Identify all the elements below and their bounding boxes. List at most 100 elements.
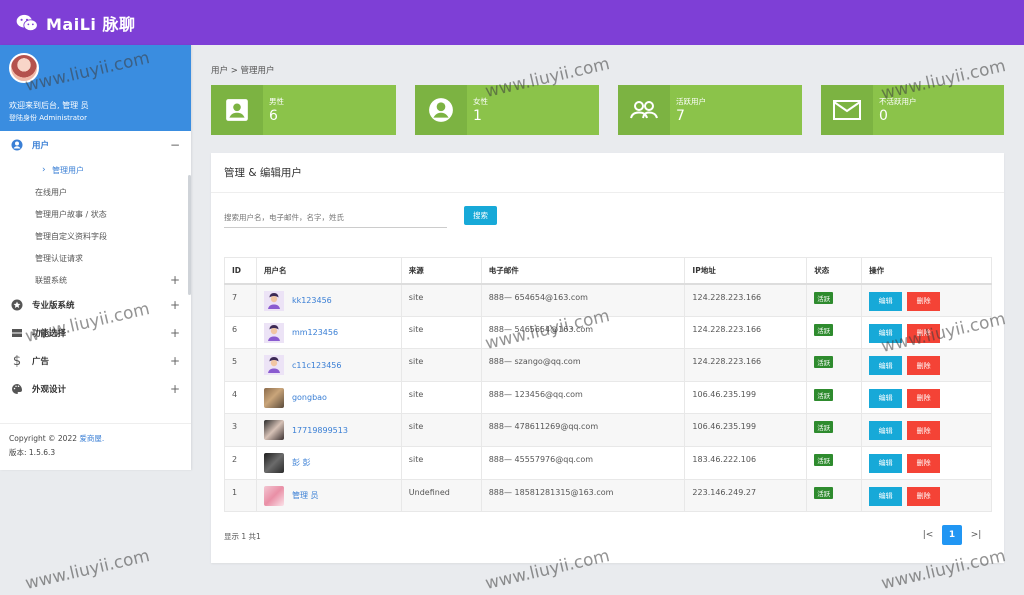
panel-title: 管理 & 编辑用户 <box>211 153 1004 193</box>
user-avatar[interactable] <box>263 355 284 376</box>
user-avatar[interactable] <box>263 290 284 311</box>
avatar[interactable] <box>9 53 39 83</box>
status-badge: 活跃 <box>814 388 834 401</box>
column-header[interactable]: 来源 <box>400 257 482 285</box>
sidebar-item-pro[interactable]: 专业版系统 + <box>0 291 191 319</box>
user-avatar[interactable] <box>263 420 284 441</box>
app-title[interactable]: MaiLi 脉聊 <box>46 11 135 35</box>
sidebar-subitem-online-users[interactable]: 在线用户 <box>0 181 191 203</box>
sidebar-subitem-stories[interactable]: 管理用户故事 / 状态 <box>0 203 191 225</box>
search-button[interactable]: 搜索 <box>464 206 497 225</box>
sidebar-scrollbar[interactable] <box>188 175 191 295</box>
cell-username: 管理 员 <box>255 478 402 513</box>
cell-email: 888— 123456@qq.com <box>480 380 686 415</box>
delete-button[interactable]: 删除 <box>907 356 941 376</box>
sidebar-subitem-verification[interactable]: 管理认证请求 <box>0 247 191 269</box>
delete-button[interactable]: 删除 <box>907 421 941 441</box>
edit-button[interactable]: 编辑 <box>869 486 903 506</box>
delete-button[interactable]: 删除 <box>907 388 941 408</box>
sidebar-item-ads[interactable]: $ 广告 + <box>0 347 191 375</box>
cell-id: 4 <box>224 380 257 415</box>
username-link[interactable]: 17719899513 <box>292 426 348 435</box>
user-avatar[interactable] <box>263 387 284 408</box>
cell-email: 888— szango@qq.com <box>480 348 686 382</box>
username-link[interactable]: kk123456 <box>292 296 332 305</box>
cell-actions: 编辑 删除 <box>861 348 992 382</box>
status-badge: 活跃 <box>814 486 834 499</box>
collapse-icon[interactable]: − <box>170 138 180 152</box>
delete-button[interactable]: 删除 <box>907 291 941 311</box>
cell-ip: 223.146.249.27 <box>684 478 808 513</box>
last-page-button[interactable]: >| <box>966 525 986 545</box>
username-link[interactable]: mm123456 <box>292 328 338 337</box>
first-page-button[interactable]: |< <box>918 525 938 545</box>
welcome-text: 欢迎来到后台, 管理 员 <box>9 101 89 110</box>
edit-button[interactable]: 编辑 <box>869 291 903 311</box>
breadcrumb: 用户 > 管理用户 <box>211 66 275 76</box>
cell-source: site <box>400 283 482 317</box>
search-input[interactable] <box>224 208 447 228</box>
stat-card-inactive: 不活跃用户 0 <box>821 85 1004 135</box>
delete-button[interactable]: 删除 <box>907 323 941 343</box>
sidebar-subitem-affiliates[interactable]: 联盟系统 + <box>0 269 191 291</box>
username-link[interactable]: gongbao <box>292 393 327 402</box>
cell-source: site <box>400 315 482 350</box>
username-link[interactable]: 彭 彭 <box>292 457 311 468</box>
column-header[interactable]: 电子邮件 <box>480 257 686 285</box>
cell-ip: 124.228.223.166 <box>684 315 808 350</box>
delete-button[interactable]: 删除 <box>907 453 941 473</box>
cell-email: 888— 45557976@qq.com <box>480 445 686 480</box>
delete-button[interactable]: 删除 <box>907 486 941 506</box>
expand-icon[interactable]: + <box>170 354 180 368</box>
stat-value: 1 <box>473 108 482 124</box>
cell-actions: 编辑 删除 <box>861 315 992 350</box>
username-link[interactable]: 管理 员 <box>292 490 319 501</box>
sidebar-item-users[interactable]: 用户 − <box>0 131 191 159</box>
top-bar: MaiLi 脉聊 <box>0 0 1024 45</box>
cell-source: site <box>400 413 482 447</box>
page-button[interactable]: 1 <box>942 525 962 545</box>
user-avatar[interactable] <box>263 452 284 473</box>
table-row: 6 mm123456 site 888— 5465654@163.com 124.228… <box>224 315 992 350</box>
portrait-icon <box>211 85 263 135</box>
cell-actions: 编辑 删除 <box>861 413 992 447</box>
cell-email: 888— 654654@163.com <box>480 283 686 317</box>
cell-id: 7 <box>224 283 257 317</box>
expand-icon[interactable]: + <box>170 273 180 287</box>
cell-email: 888— 5465654@163.com <box>480 315 686 350</box>
edit-button[interactable]: 编辑 <box>869 421 903 441</box>
company-link[interactable]: 爱商屋. <box>79 434 104 443</box>
cell-actions: 编辑 删除 <box>861 283 992 317</box>
table-row: 1 管理 员 Undefined 888— 18581281315@163.com 22… <box>224 478 992 513</box>
column-header: 操作 <box>861 257 992 285</box>
edit-button[interactable]: 编辑 <box>869 388 903 408</box>
sidebar-item-features[interactable]: 功能选择 + <box>0 319 191 347</box>
table-row: 5 c11c123456 site 888— szango@qq.com 124.228… <box>224 348 992 382</box>
copyright-text: Copyright © 2022 <box>9 434 78 443</box>
expand-icon[interactable]: + <box>170 326 180 340</box>
star-icon <box>10 298 24 312</box>
edit-button[interactable]: 编辑 <box>869 356 903 376</box>
sidebar-footer: Copyright © 2022 爱商屋. 版本: 1.5.6.3 <box>0 423 191 470</box>
cell-status: 活跃 <box>806 445 863 480</box>
sidebar-item-design[interactable]: 外观设计 + <box>0 375 191 403</box>
edit-button[interactable]: 编辑 <box>869 453 903 473</box>
expand-icon[interactable]: + <box>170 298 180 312</box>
column-header[interactable]: IP地址 <box>684 257 808 285</box>
user-avatar[interactable] <box>263 322 284 343</box>
table-row: 3 17719899513 site 888— 478611269@qq.com 106… <box>224 413 992 447</box>
column-header[interactable]: ID <box>224 257 257 285</box>
table-header-row: ID 用户名 来源 电子邮件 IP地址 状态 操作 <box>224 257 992 285</box>
cell-actions: 编辑 删除 <box>861 380 992 415</box>
user-avatar[interactable] <box>263 485 284 506</box>
edit-button[interactable]: 编辑 <box>869 323 903 343</box>
stat-label: 男性 <box>269 97 284 106</box>
username-link[interactable]: c11c123456 <box>292 361 342 370</box>
sidebar-subitem-custom-fields[interactable]: 管理自定义资料字段 <box>0 225 191 247</box>
manage-users-panel: 管理 & 编辑用户 搜索 ID 用户名 来源 电子邮件 IP地址 状态 操作 7… <box>211 153 1004 563</box>
version-text: 版本: 1.5.6.3 <box>9 448 56 457</box>
sidebar-subitem-manage-users[interactable]: › 管理用户 <box>0 159 191 181</box>
expand-icon[interactable]: + <box>170 382 180 396</box>
column-header[interactable]: 状态 <box>806 257 863 285</box>
column-header[interactable]: 用户名 <box>255 257 402 285</box>
